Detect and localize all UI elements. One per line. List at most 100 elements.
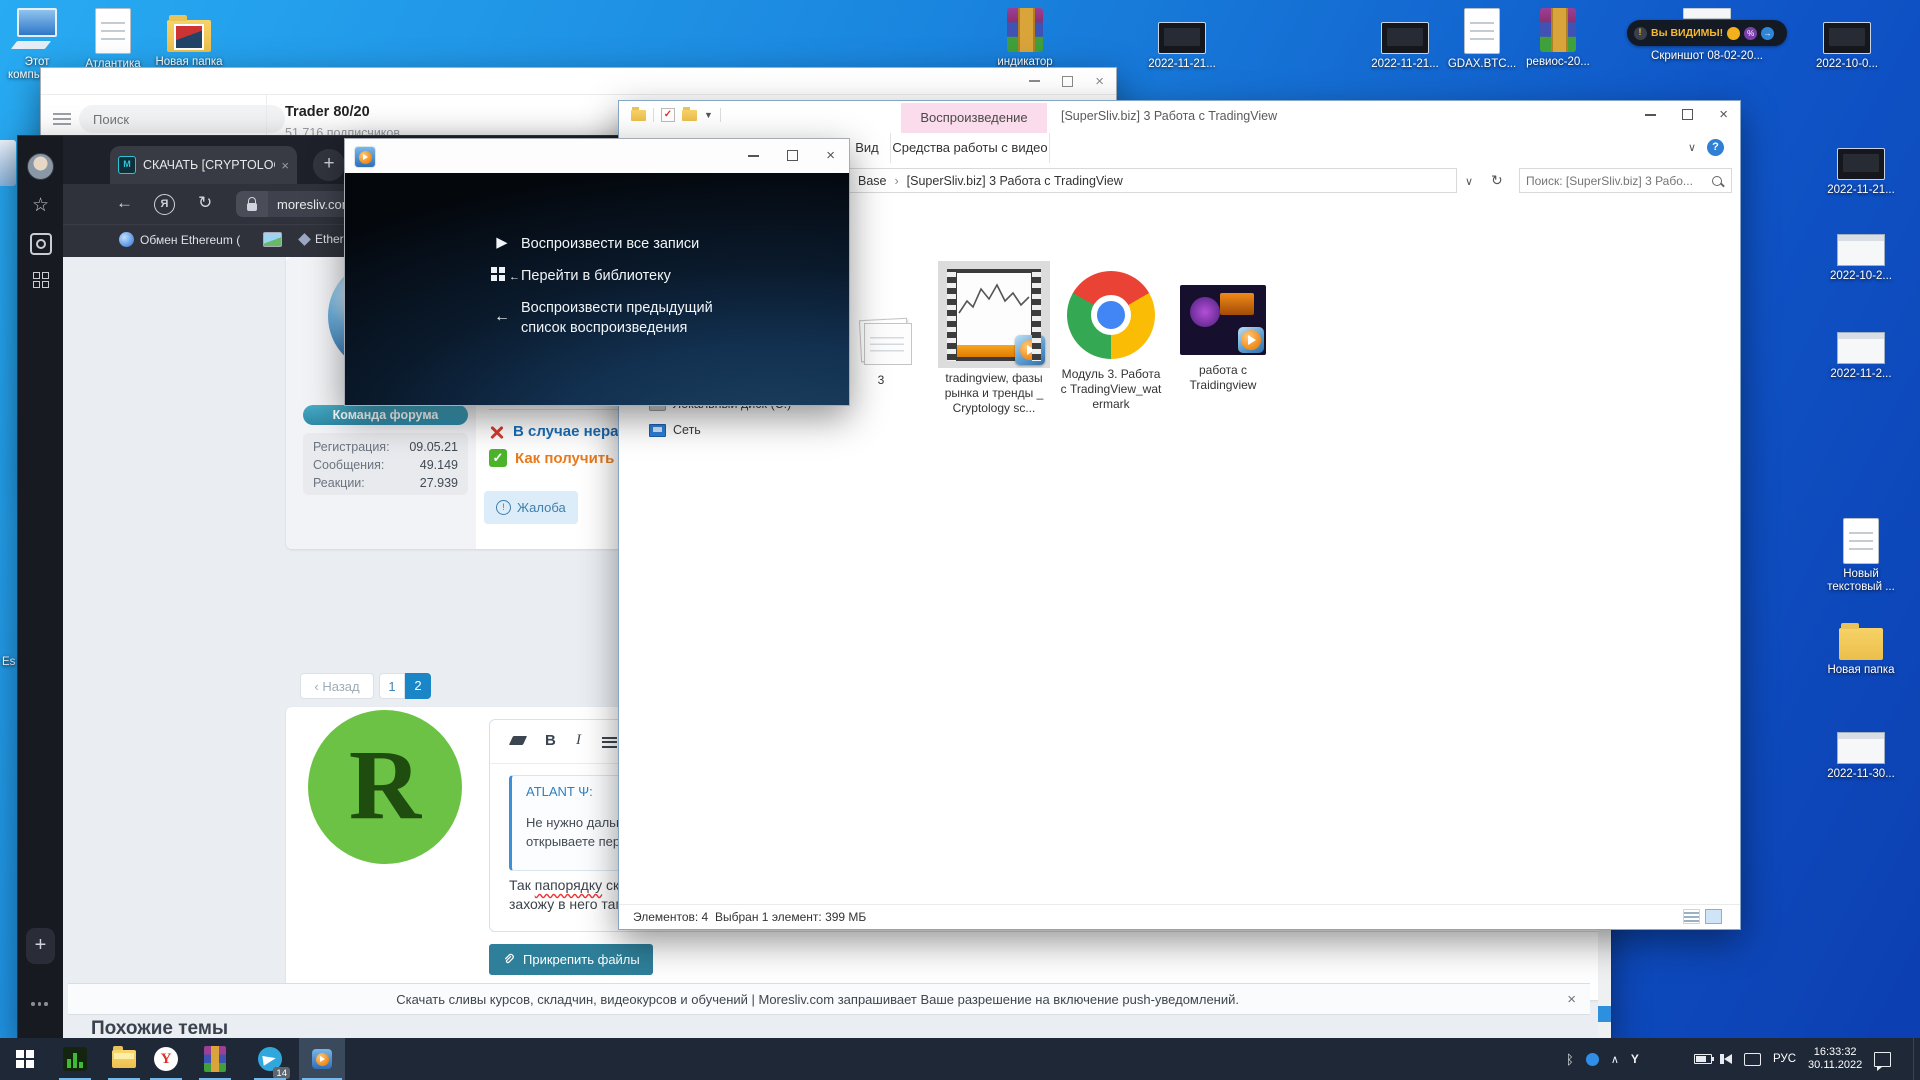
menu-go-to-library[interactable]: ← Перейти в библиотеку: [491, 266, 751, 286]
checkbox-icon[interactable]: ✓: [661, 108, 675, 122]
details-view-icon[interactable]: [1683, 909, 1700, 924]
nav-item-network[interactable]: Сеть: [649, 423, 701, 437]
scroll-indicator[interactable]: [1598, 1006, 1611, 1022]
search-icon[interactable]: [1712, 176, 1722, 186]
play-contextual-tab[interactable]: Воспроизведение: [901, 103, 1047, 133]
yandex-icon[interactable]: Я: [154, 194, 175, 215]
maximize-icon[interactable]: [1062, 76, 1073, 87]
help-icon[interactable]: ?: [1707, 139, 1724, 156]
menu-play-all[interactable]: ▶ Воспроизвести все записи: [491, 234, 751, 254]
close-icon[interactable]: ×: [1719, 107, 1728, 122]
pagination-page-2-active[interactable]: 2: [405, 673, 431, 699]
apps-grid-icon[interactable]: [18, 272, 63, 288]
sidebar-add-button[interactable]: +: [26, 928, 55, 964]
explorer-search-input[interactable]: [1520, 174, 1712, 188]
bookmark-image-icon[interactable]: [263, 232, 282, 247]
taskbar-telegram[interactable]: 14: [247, 1038, 293, 1080]
desktop-icon-screenshot-3[interactable]: 2022-10-0...: [1804, 22, 1890, 71]
desktop-icon-screenshot-1[interactable]: 2022-11-21...: [1139, 22, 1225, 71]
file-item-video-2[interactable]: работа с Traidingview: [1175, 285, 1271, 393]
pagination-page-1[interactable]: 1: [379, 673, 405, 699]
remove-format-icon[interactable]: [509, 736, 527, 745]
keyboard-icon[interactable]: [1744, 1053, 1761, 1066]
minimize-icon[interactable]: [1029, 80, 1040, 82]
italic-icon[interactable]: I: [576, 732, 581, 749]
chevron-down-icon[interactable]: ▼: [704, 110, 713, 120]
browser-tab[interactable]: M СКАЧАТЬ [CRYPTOLOG ×: [110, 146, 297, 184]
taskbar-winrar[interactable]: [192, 1038, 238, 1080]
close-icon[interactable]: ×: [826, 148, 835, 163]
refresh-icon[interactable]: ↻: [198, 193, 212, 213]
breadcrumb-root[interactable]: Base: [858, 174, 887, 188]
video-tools-tab[interactable]: Средства работы с видео: [890, 133, 1050, 163]
menu-play-previous-list[interactable]: ← Воспроизвести предыдущий список воспро…: [491, 298, 751, 338]
taskbar-wmp-active[interactable]: [299, 1038, 345, 1080]
clock[interactable]: 16:33:32 30.11.2022: [1808, 1046, 1862, 1072]
ribbon-collapse-icon[interactable]: ∨: [1688, 141, 1696, 154]
stat-label: Регистрация:: [313, 438, 390, 456]
sidebar-more-icon[interactable]: [31, 1002, 48, 1006]
minimize-icon[interactable]: [1645, 114, 1656, 116]
maximize-icon[interactable]: [1682, 109, 1693, 120]
action-center-icon[interactable]: [1874, 1052, 1891, 1067]
start-button[interactable]: [2, 1038, 48, 1080]
notification-close-icon[interactable]: ×: [1567, 991, 1576, 1008]
desktop-icon-atlantika[interactable]: Атлантика: [70, 8, 156, 71]
desktop-icon-new-folder-image[interactable]: Новая папка: [146, 12, 232, 69]
volume-icon[interactable]: [1724, 1054, 1732, 1064]
desktop-icon-right-2[interactable]: 2022-10-2...: [1818, 234, 1904, 283]
desktop-icon-right-4[interactable]: Новый текстовый ...: [1818, 518, 1904, 594]
desktop-icon-right-3[interactable]: 2022-11-2...: [1818, 332, 1904, 381]
folder-icon[interactable]: [631, 110, 646, 121]
file-item-video-selected[interactable]: tradingview, фазы рынка и тренды _ Crypt…: [938, 269, 1050, 416]
taskbar-explorer[interactable]: [101, 1038, 147, 1080]
report-button[interactable]: ! Жалоба: [484, 491, 578, 524]
bold-icon[interactable]: B: [545, 732, 556, 749]
show-hidden-icons-chevron[interactable]: ∧: [1611, 1053, 1619, 1066]
thumbnail-view-icon[interactable]: [1705, 909, 1722, 924]
new-tab-button[interactable]: +: [313, 149, 345, 181]
lock-icon[interactable]: [236, 191, 268, 217]
desktop-icon-gdax[interactable]: GDAX.BTC...: [1439, 8, 1525, 71]
desktop-icon-revios[interactable]: ревиос-20...: [1515, 8, 1601, 69]
view-tab[interactable]: Вид: [844, 133, 890, 163]
channel-title[interactable]: Trader 80/20: [285, 104, 370, 120]
winrar-icon: [204, 1046, 226, 1072]
yandex-tray-icon[interactable]: Y: [1631, 1052, 1639, 1066]
align-icon[interactable]: [602, 734, 617, 750]
desktop-icon-screenshot-2[interactable]: 2022-11-21...: [1362, 22, 1448, 71]
file-item-chrome[interactable]: Модуль 3. Работа с TradingView_wat ermar…: [1057, 271, 1165, 412]
refresh-icon[interactable]: ↻: [1491, 172, 1503, 189]
address-bar[interactable]: Base › [SuperSliv.biz] 3 Работа с Tradin…: [749, 168, 1457, 193]
show-desktop-button[interactable]: [1913, 1038, 1920, 1080]
menu-icon[interactable]: [53, 110, 71, 128]
search-box[interactable]: [1519, 168, 1732, 193]
tray-app-icon[interactable]: [1586, 1053, 1599, 1066]
taskbar-yandex[interactable]: Y: [143, 1038, 189, 1080]
desktop-icon-right-1[interactable]: 2022-11-21...: [1818, 148, 1904, 197]
desktop-icon-skrinshot-banner[interactable]: Вы ВИДИМЫ! % → Скриншот 08-02-20...: [1627, 8, 1787, 62]
language-indicator[interactable]: РУС: [1773, 1053, 1796, 1065]
bookmark-exchange[interactable]: Обмен Ethereum (: [119, 232, 240, 247]
desktop-icon-indikator[interactable]: индикатор: [982, 8, 1068, 69]
screenshot-tool-icon[interactable]: [18, 233, 63, 255]
pagination-back-button[interactable]: ‹ Назад: [300, 673, 374, 699]
close-icon[interactable]: ×: [1095, 74, 1104, 89]
desktop-icon-right-6[interactable]: 2022-11-30...: [1818, 732, 1904, 781]
bluetooth-icon[interactable]: ᛒ: [1566, 1052, 1574, 1067]
maximize-icon[interactable]: [787, 150, 798, 161]
folder-icon[interactable]: [682, 110, 697, 121]
taskbar-trading-app[interactable]: [52, 1038, 98, 1080]
profile-avatar[interactable]: [18, 153, 63, 180]
battery-icon[interactable]: [1694, 1054, 1712, 1064]
back-icon[interactable]: ←: [116, 193, 133, 213]
tab-close-icon[interactable]: ×: [281, 158, 289, 173]
address-dropdown-icon[interactable]: ∨: [1465, 175, 1473, 188]
desktop-icon-right-5[interactable]: Новая папка: [1818, 622, 1904, 677]
telegram-search-input[interactable]: [79, 105, 285, 133]
minimize-icon[interactable]: [748, 155, 759, 157]
attach-files-button[interactable]: Прикрепить файлы: [489, 944, 653, 975]
bookmarks-star-icon[interactable]: ☆: [18, 194, 63, 217]
reply-avatar[interactable]: R: [308, 710, 462, 864]
breadcrumb-folder[interactable]: [SuperSliv.biz] 3 Работа с TradingView: [907, 174, 1123, 188]
